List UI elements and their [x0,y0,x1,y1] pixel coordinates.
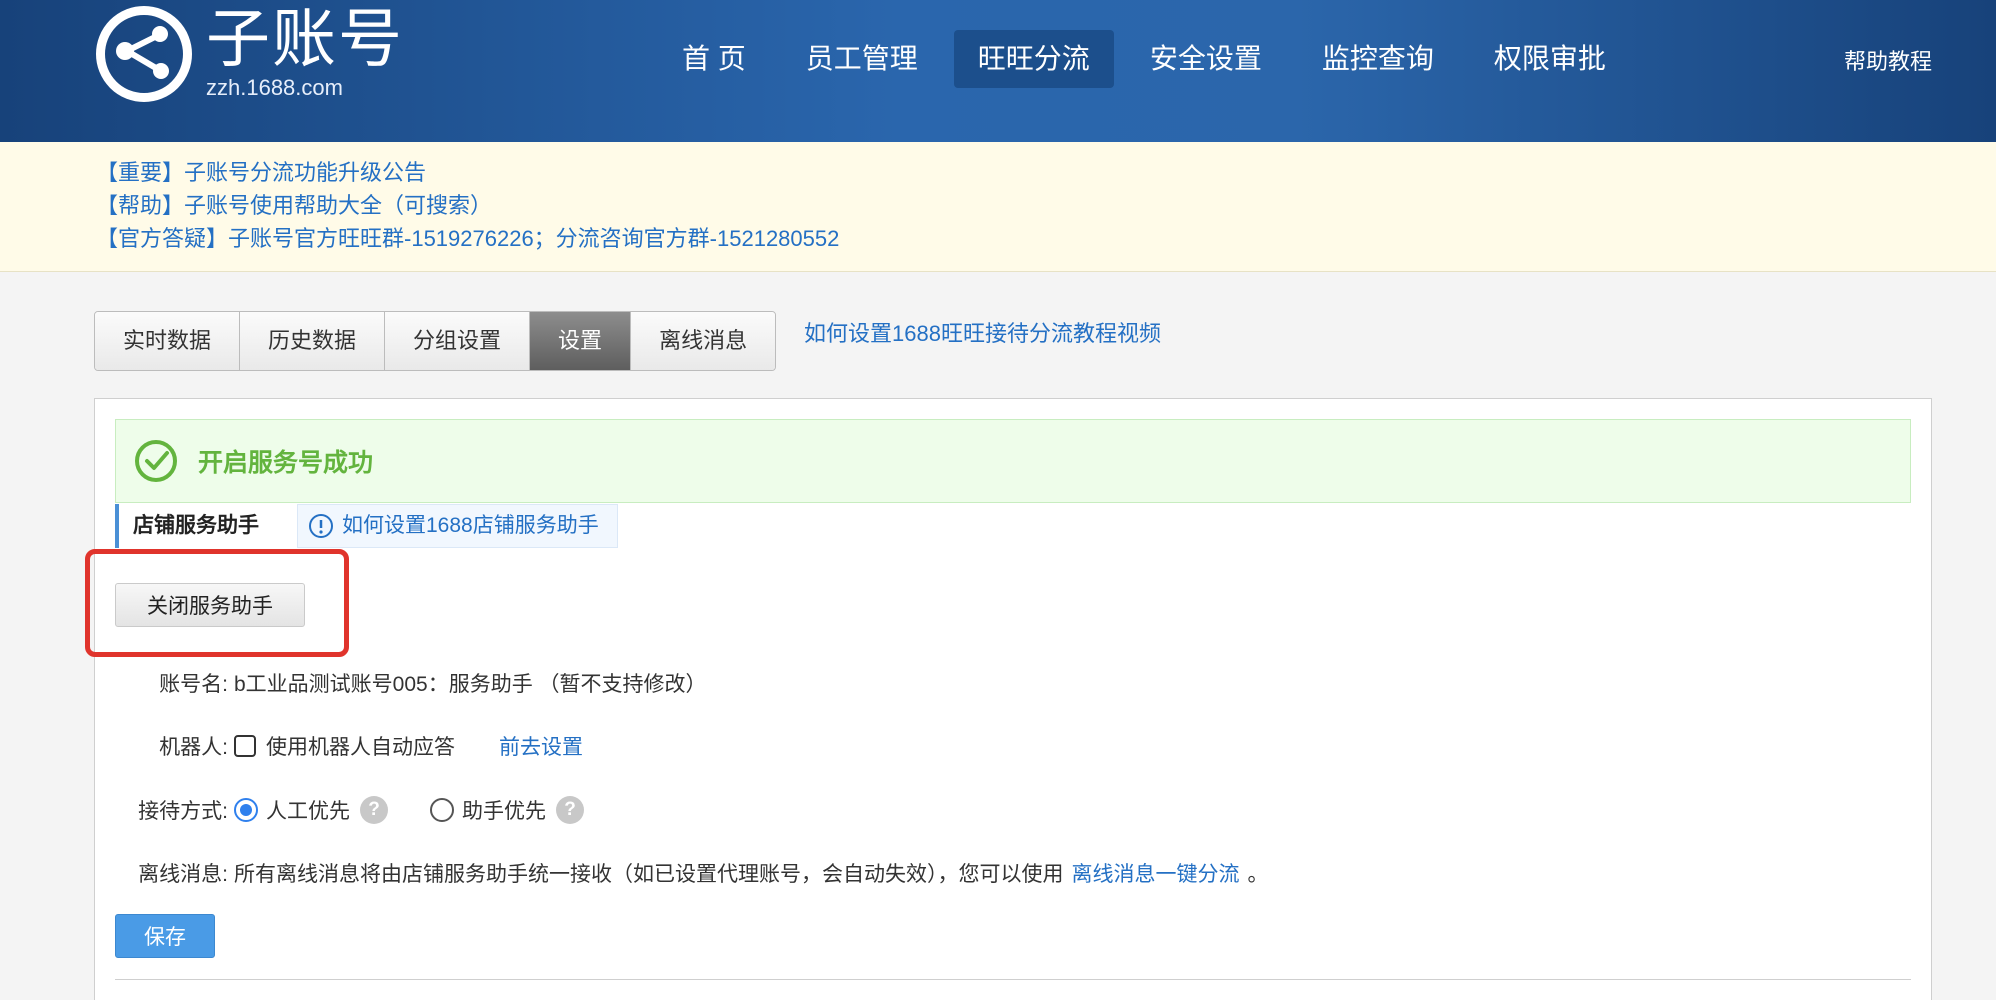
notice-important[interactable]: 【重要】子账号分流功能升级公告 [96,156,1996,189]
notice-bar: 【重要】子账号分流功能升级公告 【帮助】子账号使用帮助大全（可搜索） 【官方答疑… [0,142,1996,272]
robot-checkbox-label[interactable]: 使用机器人自动应答 [266,731,455,761]
notice-official-qa[interactable]: 【官方答疑】子账号官方旺旺群-1519276226；分流咨询官方群-152128… [96,222,1996,255]
offline-text: 所有离线消息将由店铺服务助手统一接收（如已设置代理账号，会自动失效），您可以使用 [234,863,1064,886]
robot-label: 机器人: [159,736,228,759]
settings-panel: 开启服务号成功 店铺服务助手 如何设置1688店铺服务助手 关闭服务助手 账号名… [85,398,1932,1000]
save-button[interactable]: 保存 [115,914,215,958]
tab-offline-messages[interactable]: 离线消息 [631,312,776,370]
nav-home[interactable]: 首 页 [658,30,770,88]
nav-permission-approval[interactable]: 权限审批 [1470,30,1630,88]
account-row: 账号名: b工业品测试账号005：服务助手 （暂不支持修改） [115,665,707,701]
radio-manual-first[interactable] [234,798,258,822]
close-assistant-button[interactable]: 关闭服务助手 [115,583,305,627]
help-question-icon[interactable]: ? [556,796,584,824]
robot-row: 机器人: 使用机器人自动应答 前去设置 [115,728,583,764]
section-help-link[interactable]: 如何设置1688店铺服务助手 [297,504,618,548]
radio-manual-first-label[interactable]: 人工优先 [266,795,350,825]
notice-help[interactable]: 【帮助】子账号使用帮助大全（可搜索） [96,189,1996,222]
help-question-icon[interactable]: ? [360,796,388,824]
nav-wangwang-routing[interactable]: 旺旺分流 [953,30,1114,88]
section-help-label: 如何设置1688店铺服务助手 [342,514,599,537]
logo[interactable]: 子账号 zzh.1688.com [96,6,404,102]
main-nav: 首 页 员工管理 旺旺分流 安全设置 监控查询 权限审批 [658,30,1642,88]
help-tutorial-link[interactable]: 帮助教程 [1844,44,1932,76]
top-header: 子账号 zzh.1688.com 首 页 员工管理 旺旺分流 安全设置 监控查询… [0,0,1996,142]
offline-routing-link[interactable]: 离线消息一键分流 [1072,858,1240,888]
sub-tabs: 实时数据 历史数据 分组设置 设置 离线消息 [94,311,777,371]
tutorial-video-link[interactable]: 如何设置1688旺旺接待分流教程视频 [804,316,1161,348]
check-circle-icon [134,439,178,483]
logo-title: 子账号 [206,3,404,75]
radio-assistant-first[interactable] [430,798,454,822]
robot-checkbox[interactable] [234,735,256,757]
success-message: 开启服务号成功 [198,449,374,477]
logo-icon [96,6,192,102]
success-banner: 开启服务号成功 [115,419,1911,503]
offline-suffix: 。 [1247,863,1269,886]
radio-assistant-first-label[interactable]: 助手优先 [462,795,546,825]
section-title: 店铺服务助手 [115,504,297,548]
reception-label: 接待方式: [138,800,228,823]
section-header: 店铺服务助手 如何设置1688店铺服务助手 [115,504,618,548]
nav-staff-management[interactable]: 员工管理 [782,30,942,88]
tab-realtime-data[interactable]: 实时数据 [95,312,241,370]
nav-security-settings[interactable]: 安全设置 [1126,30,1286,88]
robot-settings-link[interactable]: 前去设置 [499,731,583,761]
divider [115,979,1911,980]
tab-history-data[interactable]: 历史数据 [240,312,386,370]
tab-settings[interactable]: 设置 [530,312,632,370]
offline-row: 离线消息: 所有离线消息将由店铺服务助手统一接收（如已设置代理账号，会自动失效）… [115,855,1269,891]
logo-domain: zzh.1688.com [206,75,343,100]
account-label: 账号名: [159,673,228,696]
tab-group-settings[interactable]: 分组设置 [385,312,531,370]
account-value: b工业品测试账号005：服务助手 （暂不支持修改） [234,673,707,696]
info-icon [309,514,333,538]
reception-row: 接待方式: 人工优先 ? 助手优先 ? [115,792,584,828]
offline-label: 离线消息: [138,863,228,886]
nav-monitor-query[interactable]: 监控查询 [1298,30,1458,88]
